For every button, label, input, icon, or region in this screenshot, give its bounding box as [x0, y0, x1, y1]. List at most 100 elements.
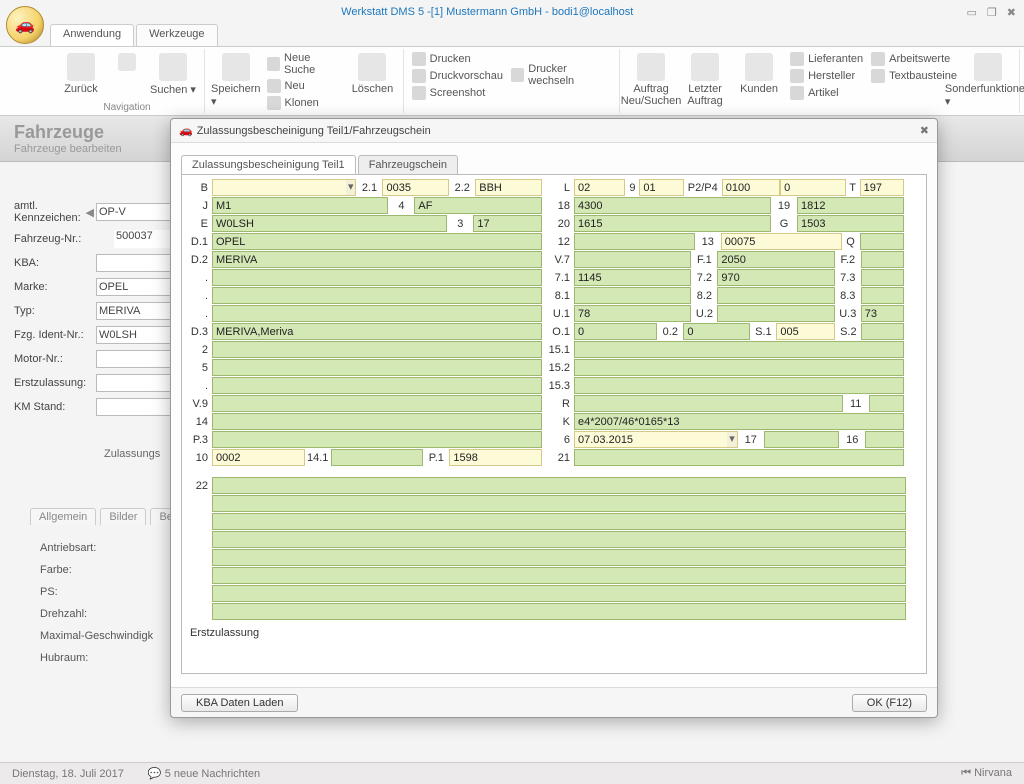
field-R11[interactable]: [870, 396, 903, 411]
field-E[interactable]: [213, 216, 446, 231]
field-22-5[interactable]: [213, 550, 905, 565]
field-22-1[interactable]: [213, 478, 905, 493]
field-dot1[interactable]: [213, 270, 541, 285]
minimize-icon[interactable]: ▭: [966, 6, 976, 19]
preview-button[interactable]: Druckvorschau: [410, 68, 505, 84]
back-button[interactable]: Zurück: [56, 49, 106, 95]
clone-button[interactable]: Klonen: [265, 95, 345, 111]
field-19[interactable]: [798, 198, 903, 213]
field-B21[interactable]: [383, 180, 448, 195]
tab-werkzeuge[interactable]: Werkzeuge: [136, 24, 217, 46]
field-S1[interactable]: [777, 324, 834, 339]
field-J[interactable]: [213, 198, 387, 213]
field-V9[interactable]: [213, 396, 541, 411]
settings-button[interactable]: [110, 49, 144, 71]
field-10[interactable]: [213, 450, 304, 465]
field-12[interactable]: [575, 234, 694, 249]
field-71[interactable]: [575, 270, 690, 285]
tab-bilder[interactable]: Bilder: [100, 508, 146, 525]
field-B[interactable]: [213, 180, 346, 195]
field-22-3[interactable]: [213, 514, 905, 529]
kba-load-button[interactable]: KBA Daten Laden: [181, 694, 298, 712]
field-D2[interactable]: [213, 252, 541, 267]
field-Q[interactable]: [861, 234, 903, 249]
status-messages[interactable]: 💬 5 neue Nachrichten: [148, 767, 260, 780]
order-new-button[interactable]: Auftrag Neu/Suchen: [626, 49, 676, 107]
field-L[interactable]: [575, 180, 624, 195]
field-2[interactable]: [213, 342, 541, 357]
last-order-button[interactable]: Letzter Auftrag: [680, 49, 730, 107]
field-153[interactable]: [575, 378, 903, 393]
field-O1[interactable]: [575, 324, 656, 339]
field-20[interactable]: [575, 216, 770, 231]
field-U1[interactable]: [575, 306, 690, 321]
delete-button[interactable]: Löschen: [348, 49, 396, 95]
articles-button[interactable]: Artikel: [788, 85, 865, 101]
field-141[interactable]: [332, 450, 423, 465]
workvalues-button[interactable]: Arbeitswerte: [869, 51, 959, 67]
ok-button[interactable]: OK (F12): [852, 694, 927, 712]
field-6[interactable]: [575, 432, 727, 447]
field-22-7[interactable]: [213, 586, 905, 601]
field-22-6[interactable]: [213, 568, 905, 583]
field-E3[interactable]: [474, 216, 541, 231]
field-14[interactable]: [213, 414, 541, 429]
field-81[interactable]: [575, 288, 690, 303]
field-D1[interactable]: [213, 234, 541, 249]
screenshot-button[interactable]: Screenshot: [410, 85, 505, 101]
field-R[interactable]: [575, 396, 842, 411]
field-P3[interactable]: [213, 432, 541, 447]
field-K[interactable]: [575, 414, 903, 429]
app-logo[interactable]: 🚗: [6, 6, 44, 44]
printer-switch-button[interactable]: Drucker wechseln: [509, 62, 613, 88]
save-button[interactable]: Speichern ▾: [211, 49, 261, 108]
field-P2P4[interactable]: [723, 180, 779, 195]
field-152[interactable]: [575, 360, 903, 375]
field-S2[interactable]: [862, 324, 903, 339]
tab-zulassung-teil1[interactable]: Zulassungsbescheinigung Teil1: [181, 155, 356, 174]
tab-allgemein[interactable]: Allgemein: [30, 508, 96, 525]
field-D3[interactable]: [213, 324, 541, 339]
field-22-2[interactable]: [213, 496, 905, 511]
field-22-4[interactable]: [213, 532, 905, 547]
date-dropdown-icon[interactable]: ▾: [727, 432, 736, 447]
field-617[interactable]: [765, 432, 839, 447]
field-72[interactable]: [718, 270, 833, 285]
tab-anwendung[interactable]: Anwendung: [50, 24, 134, 46]
search-button[interactable]: Suchen ▾: [148, 49, 198, 96]
field-F2[interactable]: [862, 252, 903, 267]
field-22-8[interactable]: [213, 604, 905, 619]
close-icon[interactable]: ✖: [1007, 6, 1016, 19]
field-L0[interactable]: [781, 180, 845, 195]
customers-button[interactable]: Kunden: [734, 49, 784, 95]
field-U2[interactable]: [718, 306, 833, 321]
field-U3[interactable]: [862, 306, 903, 321]
textblocks-button[interactable]: Textbausteine: [869, 68, 959, 84]
field-O2[interactable]: [684, 324, 749, 339]
field-21[interactable]: [575, 450, 903, 465]
field-V7[interactable]: [575, 252, 690, 267]
field-151[interactable]: [575, 342, 903, 357]
field-P1[interactable]: [450, 450, 541, 465]
special-functions-button[interactable]: Sonderfunktionen ▾: [963, 49, 1013, 108]
field-B22[interactable]: [476, 180, 541, 195]
maximize-icon[interactable]: ❐: [987, 6, 997, 19]
dropdown-icon[interactable]: ▾: [346, 180, 355, 195]
field-J4[interactable]: [415, 198, 541, 213]
field-73[interactable]: [862, 270, 903, 285]
suppliers-button[interactable]: Lieferanten: [788, 51, 865, 67]
newsearch-button[interactable]: Neue Suche: [265, 51, 345, 77]
field-F1[interactable]: [718, 252, 833, 267]
dialog-close-icon[interactable]: ✖: [920, 124, 929, 137]
field-dot4[interactable]: [213, 378, 541, 393]
field-L01[interactable]: [640, 180, 682, 195]
field-616[interactable]: [866, 432, 903, 447]
field-5[interactable]: [213, 360, 541, 375]
field-dot2[interactable]: [213, 288, 541, 303]
print-button[interactable]: Drucken: [410, 51, 505, 67]
field-18[interactable]: [575, 198, 770, 213]
field-LT[interactable]: [861, 180, 903, 195]
field-83[interactable]: [862, 288, 903, 303]
new-button[interactable]: Neu: [265, 78, 345, 94]
field-20G[interactable]: [798, 216, 903, 231]
